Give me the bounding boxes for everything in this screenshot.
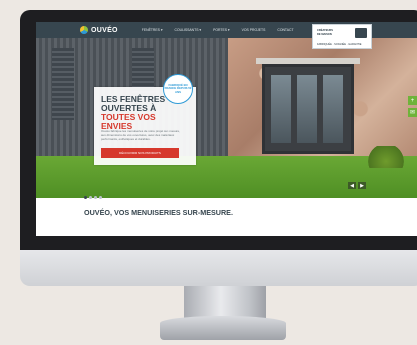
- logo-text: OUVÉO: [91, 26, 118, 34]
- garden-bush: [366, 146, 406, 168]
- carousel-prev-arrow[interactable]: ◀: [348, 182, 356, 189]
- carousel-dot[interactable]: [99, 196, 102, 199]
- carousel-next-arrow[interactable]: ▶: [358, 182, 366, 189]
- menu-item-coulissants[interactable]: COULISSANTS ▾: [175, 28, 202, 32]
- menu-item-fenetres[interactable]: FENÊTRES ▾: [142, 28, 163, 32]
- side-tab-plus[interactable]: +: [408, 96, 417, 105]
- section-tagline: OUVÉO, VOS MENUISERIES SUR-MESURE.: [84, 208, 233, 217]
- monitor-stand-neck: [184, 286, 266, 320]
- carousel-dot[interactable]: [94, 196, 97, 199]
- carousel-dots: [84, 196, 104, 199]
- carousel-dot[interactable]: [84, 196, 87, 199]
- made-in-france-badge: FABRIQUÉ EN FRANCE DEPUIS 50 ANS: [163, 74, 193, 104]
- window-frame: [262, 64, 354, 154]
- logo-icon: [80, 26, 88, 34]
- hero-banner: LES FENÊTRES OUVERTES À TOUTES VOS ENVIE…: [36, 38, 417, 198]
- side-tab-mail-icon[interactable]: ✉: [408, 108, 417, 117]
- monitor-stand-foot: [160, 316, 286, 340]
- hero-cta-button[interactable]: DÉCOUVRIR NOS PRODUITS: [101, 148, 179, 158]
- menu-item-vos-projets[interactable]: VOS PROJETS: [242, 28, 266, 32]
- label-line-2: DE MAISON: [317, 33, 332, 36]
- quality-label-badge: CRÉATEURS DE MAISON FABRIQUÉE · SOIGNÉE …: [312, 24, 372, 49]
- house-seal-icon: [355, 28, 367, 38]
- label-line-3: FABRIQUÉE · SOIGNÉE · GARANTIE: [317, 43, 362, 46]
- monitor-chin: [20, 250, 417, 286]
- main-menu: FENÊTRES ▾ COULISSANTS ▾ PORTES ▾ VOS PR…: [142, 28, 306, 32]
- hero-body-text: Ouvéo fabrique les menuiseries de votre …: [101, 129, 181, 141]
- window-pane: [323, 75, 343, 143]
- window-pane: [297, 75, 317, 143]
- menu-item-portes[interactable]: PORTES ▾: [213, 28, 230, 32]
- menu-item-contact[interactable]: CONTACT: [277, 28, 293, 32]
- window-shutter-left: [52, 48, 74, 120]
- label-line-1: CRÉATEURS: [317, 29, 333, 32]
- site-logo[interactable]: OUVÉO: [80, 26, 118, 34]
- window-pane: [271, 75, 291, 143]
- monitor-screen: OUVÉO FENÊTRES ▾ COULISSANTS ▾ PORTES ▾ …: [36, 22, 417, 236]
- carousel-dot[interactable]: [89, 196, 92, 199]
